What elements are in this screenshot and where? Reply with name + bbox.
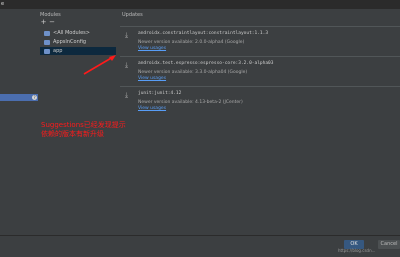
download-icon[interactable]: ⤓: [125, 61, 128, 70]
download-icon[interactable]: ⤓: [125, 91, 128, 100]
download-icon[interactable]: ⤓: [125, 31, 128, 40]
annotation-line-1: Suggestions已经发现提示: [41, 121, 126, 129]
annotation-text: Suggestions已经发现提示 依赖的版本有新升级: [41, 121, 161, 139]
dependency-name: junit:junit:4.12: [138, 91, 182, 96]
modules-toolbar: + −: [40, 19, 56, 26]
view-usages-link[interactable]: View usages: [138, 46, 166, 51]
view-usages-link[interactable]: View usages: [138, 76, 166, 81]
module-label: AppsInConfig: [53, 39, 87, 45]
update-item: ⤓ androidx.test.espresso:espresso-core:3…: [120, 56, 400, 85]
module-item-appsinconfig[interactable]: AppsInConfig: [40, 38, 116, 46]
help-icon: ?: [32, 95, 37, 100]
newer-version-text: Newer version available: 4.13-beta-2 (JC…: [138, 100, 243, 105]
module-label: <All Modules>: [53, 30, 90, 36]
window-title: e: [1, 1, 5, 7]
dialog-footer: OK Cancel: [0, 235, 400, 257]
folder-icon: [44, 30, 50, 36]
watermark-text: https://blog.csdn...: [338, 248, 376, 253]
annotation-arrow: [83, 55, 116, 75]
cancel-button[interactable]: Cancel: [378, 240, 400, 249]
update-item: ⤓ androidx.constraintlayout:constraintla…: [120, 26, 400, 55]
annotation-line-2: 依赖的版本有新升级: [41, 130, 104, 138]
nav-item-suggestions[interactable]: ?: [0, 94, 38, 101]
title-bar: e: [0, 0, 400, 9]
newer-version-text: Newer version available: 2.0.0-alpha4 (G…: [138, 40, 245, 45]
update-item: ⤓ junit:junit:4.12 Newer version availab…: [120, 86, 400, 115]
updates-header: Updates: [122, 12, 143, 18]
remove-module-button[interactable]: −: [49, 19, 56, 26]
add-module-button[interactable]: +: [40, 19, 47, 26]
newer-version-text: Newer version available: 3.3.0-alpha04 (…: [138, 70, 248, 75]
dependency-name: androidx.constraintlayout:constraintlayo…: [138, 31, 269, 36]
folder-icon: [44, 48, 50, 54]
module-label: app: [53, 48, 63, 54]
dependency-name: androidx.test.espresso:espresso-core:3.2…: [138, 61, 274, 66]
module-item-all[interactable]: <All Modules>: [40, 29, 116, 37]
folder-icon: [44, 39, 50, 45]
view-usages-link[interactable]: View usages: [138, 106, 166, 111]
updates-panel: Updates ⤓ androidx.constraintlayout:cons…: [120, 9, 400, 235]
settings-nav: ?: [0, 9, 39, 235]
